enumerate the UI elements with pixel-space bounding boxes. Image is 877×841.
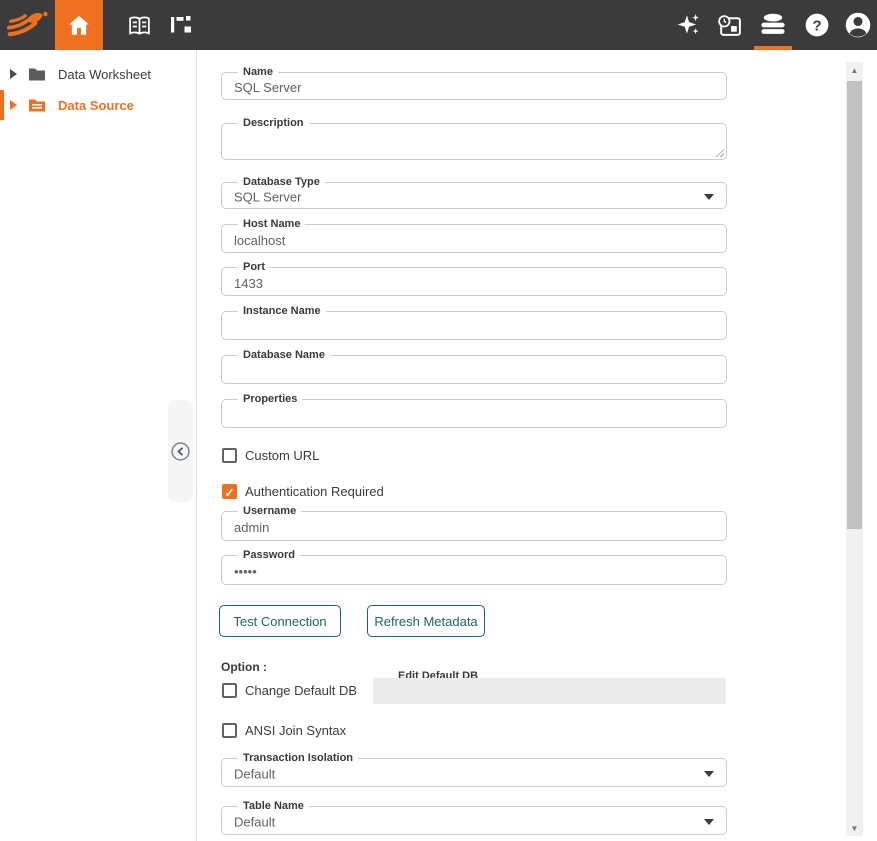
- home-icon: [66, 13, 92, 37]
- expand-caret-icon[interactable]: [10, 100, 17, 110]
- sidebar-item-label: Data Worksheet: [58, 67, 151, 82]
- database-icon: [760, 13, 786, 37]
- password-label: Password: [238, 548, 300, 563]
- edit-default-db-input[interactable]: [373, 678, 726, 704]
- account-button[interactable]: [839, 0, 877, 50]
- data-source-nav-button[interactable]: [753, 0, 793, 50]
- scheduled-media-icon: [716, 13, 743, 38]
- password-field: Password: [221, 555, 727, 585]
- option-section-label: Option :: [221, 660, 267, 674]
- transaction-isolation-value: Default: [234, 766, 275, 781]
- ansi-join-syntax-checkbox[interactable]: [222, 723, 237, 738]
- sidebar-item-label: Data Source: [58, 98, 134, 113]
- folder-icon: [28, 66, 46, 82]
- collapse-chevron-icon[interactable]: [171, 442, 190, 461]
- dropdown-caret-icon: [704, 819, 714, 825]
- brand-logo[interactable]: [2, 0, 54, 50]
- vertical-scrollbar: ▲ ▼: [846, 62, 863, 836]
- scroll-down-arrow[interactable]: ▼: [846, 820, 863, 836]
- svg-text:?: ?: [812, 17, 821, 34]
- ansi-join-syntax-label[interactable]: ANSI Join Syntax: [245, 723, 346, 738]
- help-icon: ?: [804, 12, 830, 38]
- authentication-required-checkbox[interactable]: ✓: [222, 484, 237, 499]
- expand-caret-icon[interactable]: [10, 69, 17, 79]
- username-label: Username: [238, 504, 301, 519]
- refresh-metadata-button[interactable]: Refresh Metadata: [367, 605, 485, 637]
- test-connection-button[interactable]: Test Connection: [219, 605, 341, 637]
- table-name-select[interactable]: Table Name Default: [221, 806, 727, 835]
- port-field: Port: [221, 267, 727, 296]
- hierarchy-icon: [171, 16, 193, 34]
- top-navbar: ?: [0, 0, 877, 50]
- help-button[interactable]: ?: [798, 0, 836, 50]
- sidebar-collapse-handle[interactable]: [168, 400, 193, 502]
- database-name-label: Database Name: [238, 348, 330, 363]
- database-type-value: SQL Server: [234, 189, 301, 204]
- account-icon: [844, 11, 872, 39]
- brand-logo-icon: [6, 6, 50, 44]
- sidebar-item-data-worksheet[interactable]: Data Worksheet: [0, 59, 196, 89]
- scroll-up-arrow[interactable]: ▲: [846, 62, 863, 78]
- data-source-form: Name Description Database Type SQL Serve…: [197, 50, 877, 841]
- change-default-db-checkbox[interactable]: [222, 683, 237, 698]
- properties-field: Properties: [221, 399, 727, 428]
- ai-sparkle-icon: [675, 12, 701, 38]
- database-type-label: Database Type: [238, 175, 325, 190]
- host-name-label: Host Name: [238, 217, 305, 232]
- port-label: Port: [238, 260, 270, 275]
- host-name-field: Host Name: [221, 224, 727, 253]
- scheduled-reports-button[interactable]: [710, 0, 748, 50]
- name-input[interactable]: [222, 73, 726, 99]
- authentication-required-label[interactable]: Authentication Required: [245, 484, 384, 499]
- instance-name-label: Instance Name: [238, 304, 326, 319]
- username-field: Username: [221, 511, 727, 541]
- transaction-isolation-label: Transaction Isolation: [238, 751, 358, 766]
- sidebar: Data Worksheet Data Source: [0, 50, 197, 841]
- instance-name-field: Instance Name: [221, 311, 727, 340]
- hierarchy-button[interactable]: [162, 0, 202, 50]
- worksheet-button[interactable]: [116, 0, 162, 50]
- custom-url-checkbox[interactable]: [222, 448, 237, 463]
- dropdown-caret-icon: [704, 771, 714, 777]
- scrollbar-thumb[interactable]: [847, 81, 862, 529]
- port-input[interactable]: [222, 268, 726, 295]
- custom-url-label[interactable]: Custom URL: [245, 448, 319, 463]
- active-indicator: [0, 90, 4, 120]
- sidebar-item-data-source[interactable]: Data Source: [0, 90, 196, 120]
- name-label: Name: [238, 65, 278, 80]
- change-default-db-label[interactable]: Change Default DB: [245, 683, 357, 698]
- description-label: Description: [238, 116, 309, 131]
- ai-assistant-button[interactable]: [669, 0, 707, 50]
- data-source-folder-icon: [28, 97, 46, 113]
- database-type-select[interactable]: Database Type SQL Server: [221, 182, 727, 209]
- dropdown-caret-icon: [704, 194, 714, 200]
- database-name-field: Database Name: [221, 355, 727, 384]
- properties-label: Properties: [238, 392, 302, 407]
- table-name-label: Table Name: [238, 799, 309, 814]
- description-field: Description: [221, 123, 727, 160]
- worksheet-book-icon: [127, 14, 152, 37]
- home-button[interactable]: [55, 0, 103, 50]
- table-name-value: Default: [234, 814, 275, 829]
- name-field: Name: [221, 72, 727, 100]
- transaction-isolation-select[interactable]: Transaction Isolation Default: [221, 758, 727, 787]
